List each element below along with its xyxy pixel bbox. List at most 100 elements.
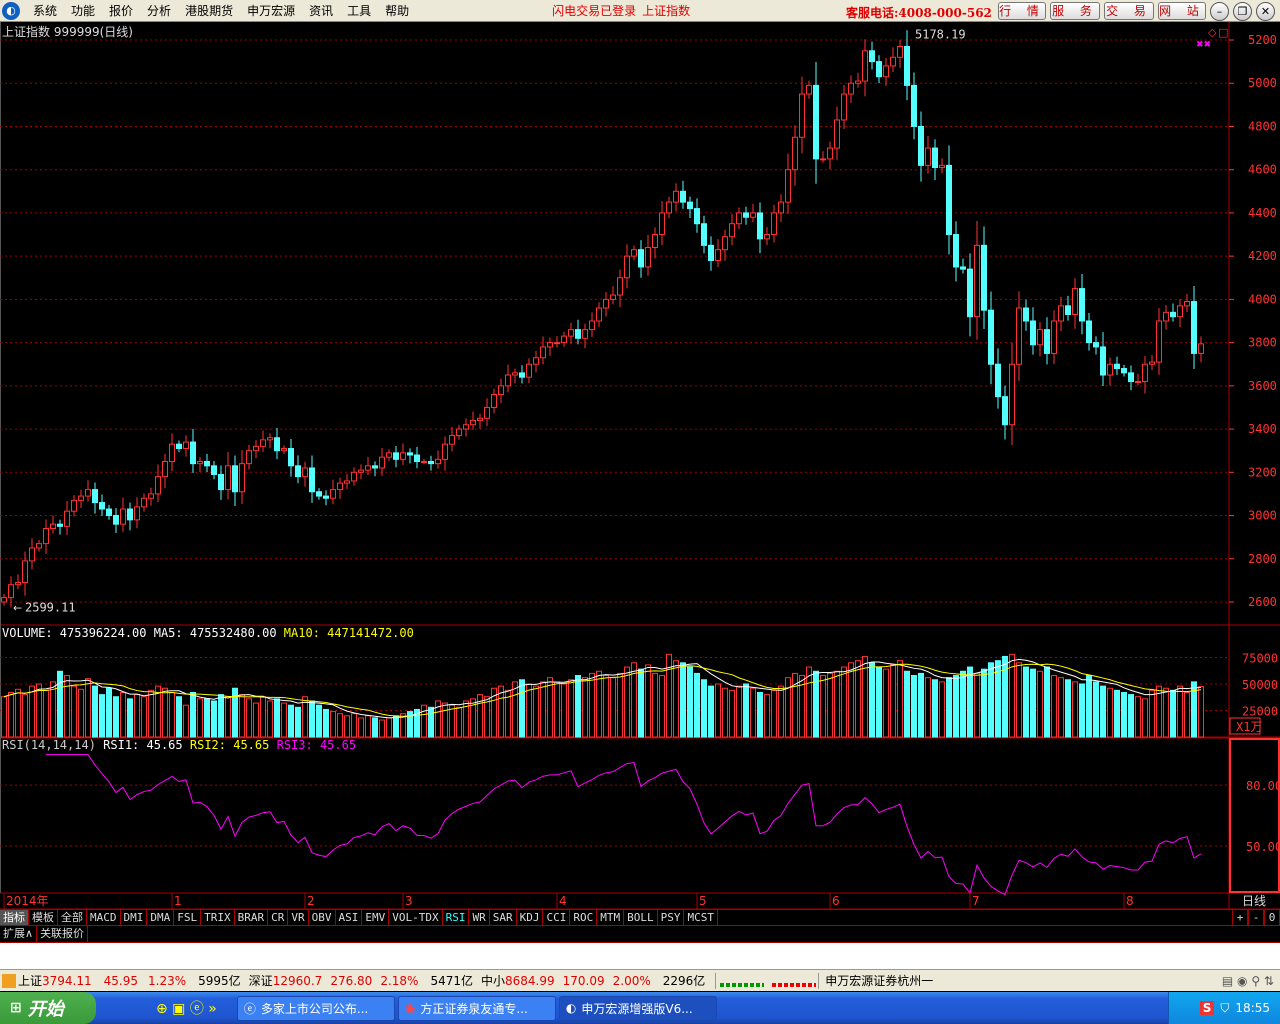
- start-button[interactable]: ⊞ 开始: [0, 992, 96, 1024]
- close-icon[interactable]: ✕: [1256, 2, 1275, 21]
- sz-value: 12960.7: [272, 973, 323, 988]
- tab-kdj[interactable]: KDJ: [517, 910, 544, 925]
- volume-bar: [778, 685, 784, 738]
- tab-wr[interactable]: WR: [469, 910, 490, 925]
- zoom-in-button[interactable]: +: [1232, 910, 1248, 925]
- volume-bar: [295, 706, 301, 738]
- tab-obv[interactable]: OBV: [309, 910, 336, 925]
- task-swhy[interactable]: ◐ 申万宏源增强版V6...: [558, 995, 717, 1021]
- volume-bar: [183, 704, 189, 738]
- candle-body: [358, 469, 364, 473]
- zoom-out-button[interactable]: -: [1248, 910, 1264, 925]
- menu-help[interactable]: 帮助: [378, 2, 416, 19]
- tray-tools-icons[interactable]: ▤ ◉ ⚲ ⇅: [1222, 974, 1274, 988]
- diamond-icon[interactable]: ◇: [1208, 26, 1217, 39]
- tab-cr[interactable]: CR: [268, 910, 289, 925]
- menu-hk-futures[interactable]: 港股期货: [178, 2, 240, 19]
- tab-指标[interactable]: 指标: [0, 910, 29, 925]
- tab-模板[interactable]: 模板: [29, 910, 58, 925]
- volume-bar: [540, 681, 546, 738]
- menu-function[interactable]: 功能: [64, 2, 102, 19]
- menu-analysis[interactable]: 分析: [140, 2, 178, 19]
- tab-dmi[interactable]: DMI: [121, 910, 148, 925]
- volume-bar: [680, 662, 686, 738]
- candle-body: [981, 244, 987, 311]
- menu-swhy[interactable]: 申万宏源: [240, 2, 302, 19]
- volume-bar: [1023, 666, 1029, 738]
- volume-bar: [561, 683, 567, 738]
- trade-button[interactable]: 交 易: [1104, 2, 1154, 20]
- volume-bar: [841, 666, 847, 738]
- tab-全部[interactable]: 全部: [58, 910, 87, 925]
- candle-body: [561, 335, 567, 344]
- tab-psy[interactable]: PSY: [658, 910, 685, 925]
- menu-tools[interactable]: 工具: [340, 2, 378, 19]
- candle-body: [680, 190, 686, 203]
- volume-bar: [1100, 685, 1106, 738]
- tab-mcst[interactable]: MCST: [684, 910, 718, 925]
- task-ie[interactable]: ⓔ 多家上市公司公布...: [236, 995, 395, 1021]
- restore-icon[interactable]: ❐: [1233, 2, 1252, 21]
- candle-body: [1107, 363, 1113, 376]
- menu-quote[interactable]: 报价: [102, 2, 140, 19]
- candle-body: [29, 547, 35, 562]
- candle-body: [176, 443, 182, 450]
- tab-vr[interactable]: VR: [288, 910, 309, 925]
- candle-body: [848, 82, 854, 95]
- candle-body: [169, 443, 175, 462]
- tab-emv[interactable]: EMV: [362, 910, 390, 925]
- shield-icon[interactable]: ⛉: [1220, 1001, 1229, 1016]
- tab-macd[interactable]: MACD: [87, 910, 121, 925]
- website-button[interactable]: 网 站: [1158, 2, 1206, 20]
- tab-boll[interactable]: BOLL: [624, 910, 658, 925]
- market-breadth-indicator: [715, 972, 820, 989]
- price-tick-label: 2600: [1248, 595, 1277, 609]
- volume-bar: [141, 696, 147, 738]
- task-founder[interactable]: ◉ 方正证券泉友通专...: [397, 995, 556, 1021]
- volume-bar: [1163, 687, 1169, 738]
- period-label[interactable]: 日线: [1242, 894, 1266, 908]
- window-icon[interactable]: □: [1218, 26, 1228, 39]
- tab-cci[interactable]: CCI: [543, 910, 571, 925]
- menu-system[interactable]: 系统: [26, 2, 64, 19]
- marker-icon: ✖✖: [1196, 40, 1211, 50]
- volume-bar: [330, 711, 336, 738]
- tab-mtm[interactable]: MTM: [597, 910, 625, 925]
- reset-button[interactable]: 0: [1264, 910, 1280, 925]
- service-button[interactable]: 服 务: [1050, 2, 1100, 20]
- tab-trix[interactable]: TRIX: [201, 910, 235, 925]
- volume-bar: [92, 685, 98, 738]
- candle-body: [624, 255, 630, 279]
- candle-body: [750, 212, 756, 218]
- tab-dma[interactable]: DMA: [147, 910, 175, 925]
- tab-roc[interactable]: ROC: [570, 910, 598, 925]
- ie-icon: ⓔ: [243, 1001, 256, 1016]
- trade-login-status[interactable]: 闪电交易已登录: [552, 2, 636, 19]
- kline-chart[interactable]: ← 26002800300032003400360038004000420044…: [0, 22, 1280, 909]
- volume-bar: [379, 719, 385, 738]
- tab-related-quotes[interactable]: 关联报价: [37, 926, 89, 942]
- sogou-icon[interactable]: S: [1199, 1001, 1215, 1015]
- tab-vol-tdx[interactable]: VOL-TDX: [389, 910, 443, 925]
- volume-bar: [106, 687, 112, 738]
- tab-asi[interactable]: ASI: [336, 910, 363, 925]
- tab-sar[interactable]: SAR: [490, 910, 517, 925]
- volume-bar: [204, 698, 210, 738]
- market-button[interactable]: 行 情: [998, 2, 1046, 20]
- volume-bar: [925, 677, 931, 738]
- menu-news[interactable]: 资讯: [302, 2, 340, 19]
- volume-bar: [1177, 685, 1183, 738]
- tab-expand[interactable]: 扩展∧: [0, 926, 38, 942]
- volume-bar: [211, 700, 217, 738]
- candle-body: [134, 506, 140, 521]
- tab-fsl[interactable]: FSL: [174, 910, 202, 925]
- tab-rsi[interactable]: RSI: [443, 910, 470, 925]
- minimize-icon[interactable]: –: [1210, 2, 1229, 21]
- volume-bar: [974, 672, 980, 738]
- quicklaunch-icons[interactable]: ⊕ ▣ ⓔ »: [156, 998, 217, 1018]
- volume-bar: [365, 715, 371, 738]
- volume-bar: [162, 687, 168, 738]
- candle-body: [526, 363, 532, 378]
- tab-brar[interactable]: BRAR: [235, 910, 269, 925]
- volume-bar: [932, 679, 938, 738]
